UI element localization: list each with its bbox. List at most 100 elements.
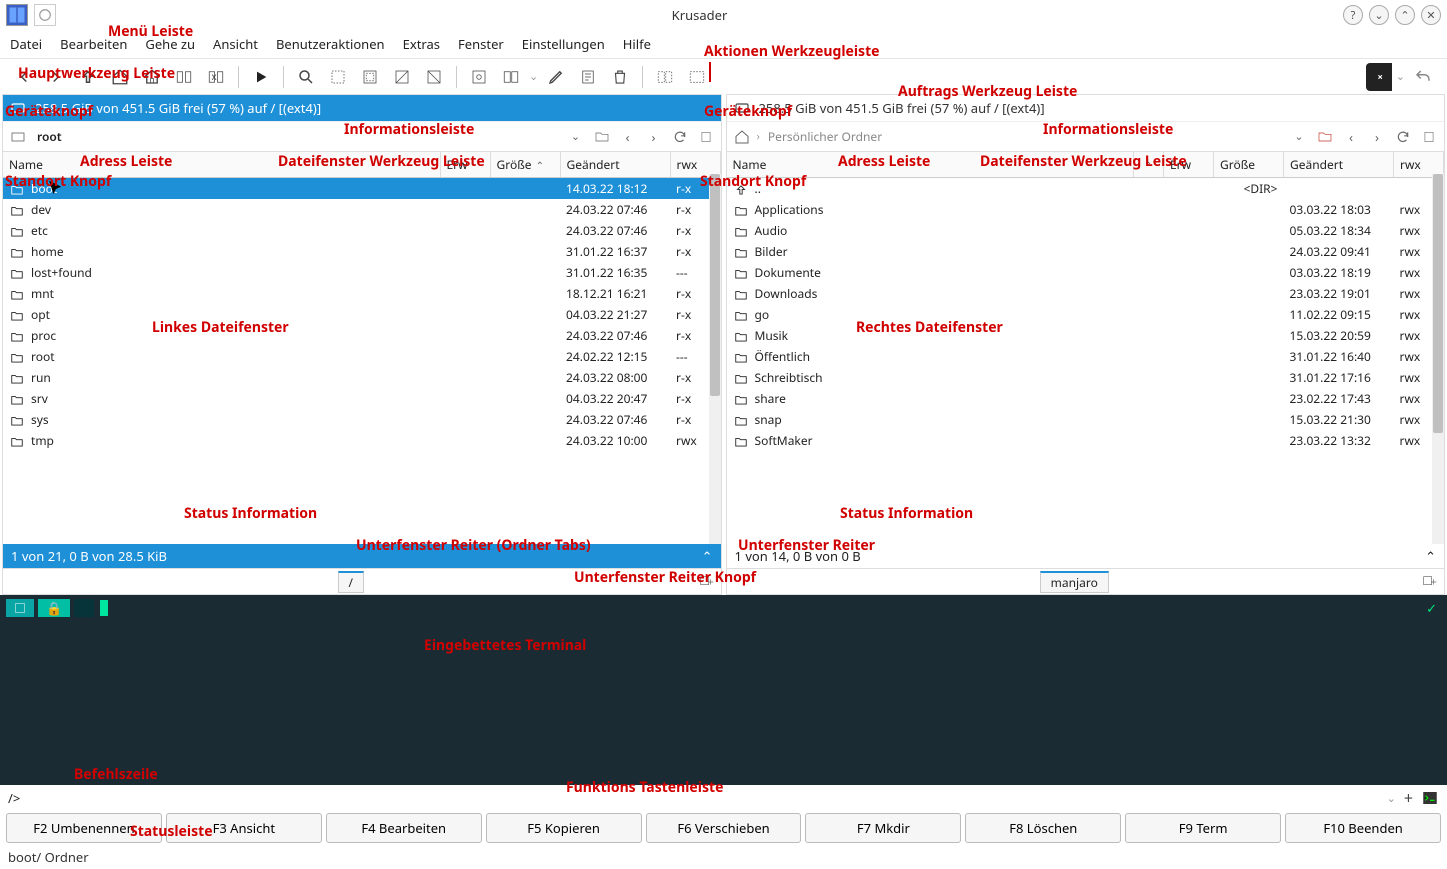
- menu-extras[interactable]: Extras: [403, 35, 440, 53]
- device-icon[interactable]: [733, 99, 751, 117]
- back-icon[interactable]: ‹: [617, 126, 639, 148]
- table-row[interactable]: Öffentlich31.01.22 16:40rwx: [727, 346, 1444, 367]
- table-row[interactable]: go11.02.22 09:15rwx: [727, 304, 1444, 325]
- fn-f2[interactable]: F2 Umbenennen: [6, 813, 162, 843]
- forward-icon[interactable]: ›: [643, 126, 665, 148]
- col-erw[interactable]: Erw: [440, 152, 490, 178]
- menu-einstellungen[interactable]: Einstellungen: [522, 35, 605, 53]
- root-button[interactable]: [138, 63, 166, 91]
- diskusage-button[interactable]: [683, 63, 711, 91]
- menu-bearbeiten[interactable]: Bearbeiten: [60, 35, 127, 53]
- table-row[interactable]: tmp24.03.22 10:00rwx: [3, 430, 720, 451]
- terminal-toggle-button[interactable]: [1421, 789, 1439, 807]
- fn-f4[interactable]: F4 Bearbeiten: [326, 813, 482, 843]
- refresh-icon[interactable]: [1392, 126, 1414, 148]
- right-tab[interactable]: manjaro: [1040, 571, 1109, 593]
- table-row[interactable]: sys24.03.22 07:46r-x: [3, 409, 720, 430]
- dropdown-icon[interactable]: ⌄: [529, 69, 538, 84]
- menu-hilfe[interactable]: Hilfe: [623, 35, 651, 53]
- invert-button[interactable]: [420, 63, 448, 91]
- col-erw[interactable]: Erw: [1164, 152, 1214, 178]
- table-row[interactable]: run24.03.22 08:00r-x: [3, 367, 720, 388]
- home-button[interactable]: [106, 63, 134, 91]
- clear-location-button[interactable]: [1366, 63, 1392, 91]
- maximize-button[interactable]: ⌃: [1395, 5, 1415, 25]
- select-all-button[interactable]: [356, 63, 384, 91]
- table-row[interactable]: SoftMaker23.03.22 13:32rwx: [727, 430, 1444, 451]
- table-row[interactable]: proc24.03.22 07:46r-x: [3, 325, 720, 346]
- right-grid[interactable]: Name⌃ErwGrößeGeändertrwx ..<DIR>Applicat…: [727, 151, 1445, 544]
- device-icon[interactable]: [9, 99, 27, 117]
- col-name[interactable]: Name: [727, 152, 1134, 178]
- updir-row[interactable]: ..<DIR>: [727, 178, 1444, 200]
- fn-f10[interactable]: F10 Beenden: [1285, 813, 1441, 843]
- dropdown-icon[interactable]: ⌄: [565, 126, 587, 148]
- help-button[interactable]: ?: [1343, 5, 1363, 25]
- bookmark-icon[interactable]: [695, 126, 717, 148]
- new-folder-icon[interactable]: [591, 126, 613, 148]
- table-row[interactable]: Downloads23.03.22 19:01rwx: [727, 283, 1444, 304]
- expand-icon[interactable]: ⌃: [702, 547, 713, 565]
- fn-f5[interactable]: F5 Kopieren: [486, 813, 642, 843]
- scrollbar[interactable]: [1432, 174, 1444, 544]
- left-tab[interactable]: /: [338, 571, 364, 593]
- bookmark-icon[interactable]: [1418, 126, 1440, 148]
- sync-button[interactable]: [651, 63, 679, 91]
- select-group-button[interactable]: [324, 63, 352, 91]
- menu-fenster[interactable]: Fenster: [458, 35, 504, 53]
- edit-button[interactable]: [542, 63, 570, 91]
- history-dropdown-icon[interactable]: ⌄: [1387, 791, 1396, 806]
- col-sort[interactable]: ⌃: [1134, 152, 1164, 178]
- home-icon[interactable]: [731, 126, 753, 148]
- undo-button[interactable]: [1409, 63, 1437, 91]
- forward-button[interactable]: [42, 63, 70, 91]
- back-button[interactable]: [10, 63, 38, 91]
- dropdown-icon[interactable]: ⌄: [1396, 69, 1405, 84]
- table-row[interactable]: boot14.03.22 18:12r-x: [3, 178, 720, 200]
- back-icon[interactable]: ‹: [1340, 126, 1362, 148]
- right-path[interactable]: Persönlicher Ordner: [764, 128, 1284, 145]
- new-tab-button[interactable]: [695, 571, 717, 593]
- add-button[interactable]: +: [1404, 787, 1413, 809]
- new-folder-icon[interactable]: [1314, 126, 1336, 148]
- col-größe[interactable]: Größe⌃: [490, 152, 560, 178]
- scrollbar[interactable]: [709, 174, 721, 544]
- fn-f8[interactable]: F8 Löschen: [965, 813, 1121, 843]
- menu-benutzeraktionen[interactable]: Benutzeraktionen: [276, 35, 385, 53]
- unselect-button[interactable]: [388, 63, 416, 91]
- menu-datei[interactable]: Datei: [10, 35, 42, 53]
- table-row[interactable]: Dokumente03.03.22 18:19rwx: [727, 262, 1444, 283]
- table-row[interactable]: share23.02.22 17:43rwx: [727, 388, 1444, 409]
- table-row[interactable]: home31.01.22 16:37r-x: [3, 241, 720, 262]
- fn-f3[interactable]: F3 Ansicht: [166, 813, 322, 843]
- refresh-icon[interactable]: [669, 126, 691, 148]
- col-name[interactable]: Name: [3, 152, 440, 178]
- left-grid[interactable]: NameErwGröße⌃Geändertrwx boot14.03.22 18…: [3, 151, 721, 544]
- fn-f9[interactable]: F9 Term: [1125, 813, 1281, 843]
- close-button[interactable]: ✕: [1421, 5, 1441, 25]
- delete-button[interactable]: [606, 63, 634, 91]
- properties-button[interactable]: [574, 63, 602, 91]
- table-row[interactable]: opt04.03.22 21:27r-x: [3, 304, 720, 325]
- dropdown-icon[interactable]: ⌄: [1288, 126, 1310, 148]
- fn-f7[interactable]: F7 Mkdir: [805, 813, 961, 843]
- table-row[interactable]: etc24.03.22 07:46r-x: [3, 220, 720, 241]
- fn-f6[interactable]: F6 Verschieben: [646, 813, 802, 843]
- run-button[interactable]: [247, 63, 275, 91]
- swap-panels-button[interactable]: x: [202, 63, 230, 91]
- minimize-button[interactable]: ⌄: [1369, 5, 1389, 25]
- table-row[interactable]: srv04.03.22 20:47r-x: [3, 388, 720, 409]
- table-row[interactable]: snap15.03.22 21:30rwx: [727, 409, 1444, 430]
- left-path[interactable]: root: [33, 128, 561, 145]
- col-größe[interactable]: Größe: [1214, 152, 1284, 178]
- expand-icon[interactable]: ⌃: [1425, 547, 1436, 565]
- table-row[interactable]: dev24.03.22 07:46r-x: [3, 199, 720, 220]
- col-geändert[interactable]: Geändert: [560, 152, 670, 178]
- table-row[interactable]: mnt18.12.21 16:21r-x: [3, 283, 720, 304]
- compare-button[interactable]: [497, 63, 525, 91]
- embedded-terminal[interactable]: 🔒 ✓: [0, 595, 1447, 785]
- cmd-input[interactable]: [28, 789, 1378, 807]
- table-row[interactable]: Applications03.03.22 18:03rwx: [727, 199, 1444, 220]
- view-button[interactable]: [465, 63, 493, 91]
- table-row[interactable]: Audio05.03.22 18:34rwx: [727, 220, 1444, 241]
